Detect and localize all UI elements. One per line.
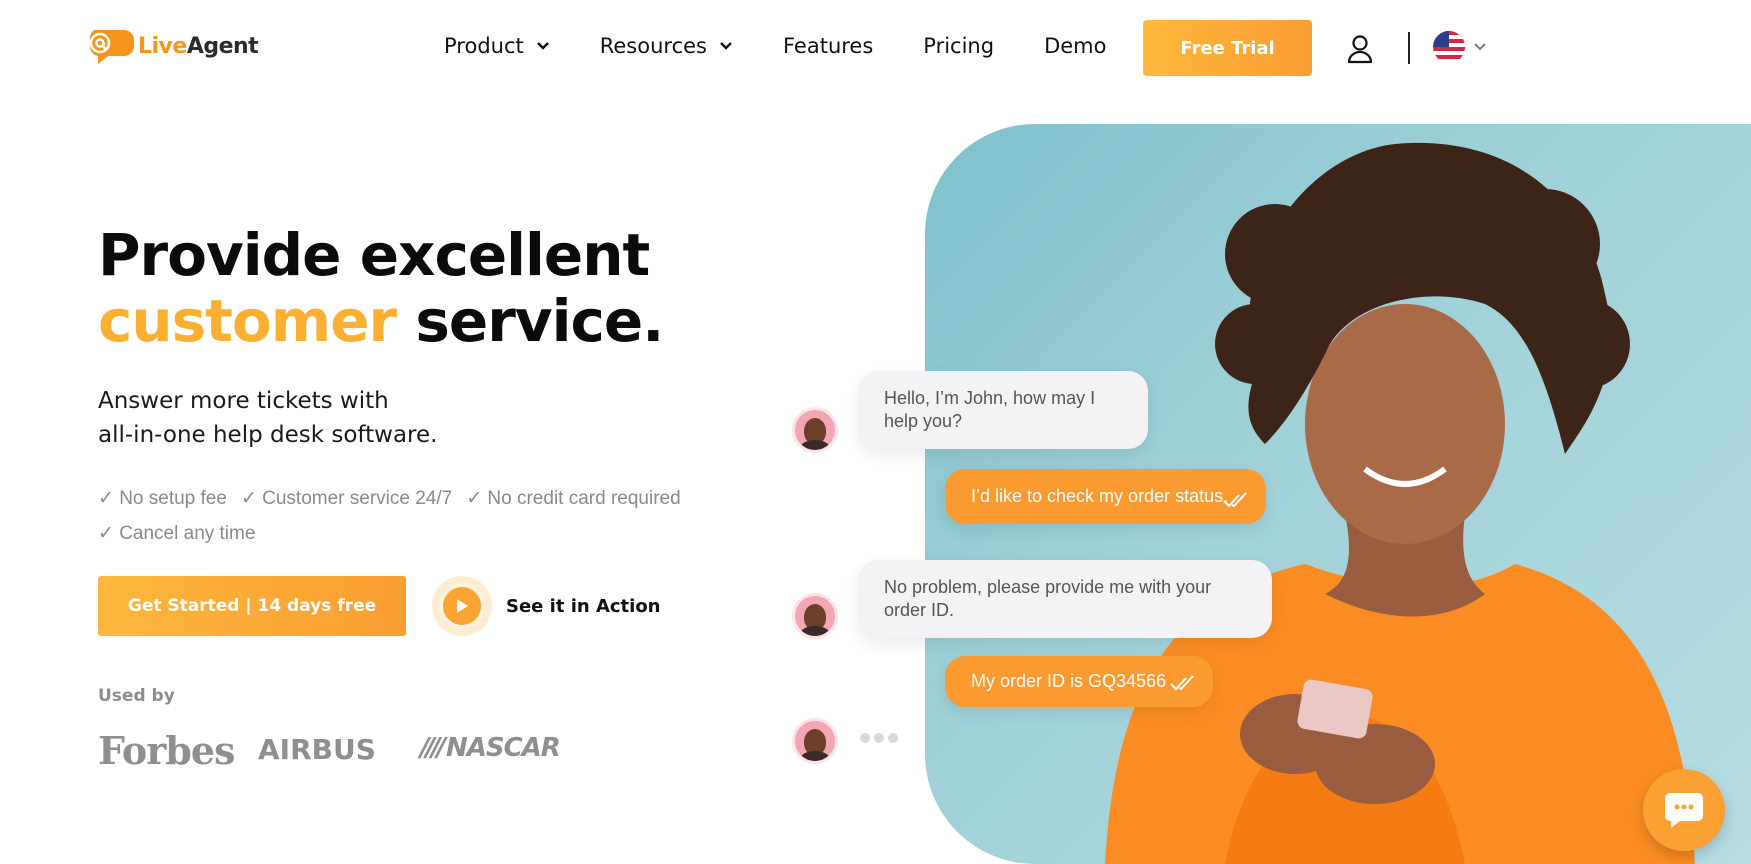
play-button[interactable]	[432, 576, 492, 636]
us-flag-icon	[1433, 31, 1465, 63]
language-selector[interactable]	[1433, 31, 1487, 63]
chevron-down-icon	[719, 41, 733, 51]
get-started-button[interactable]: Get Started | 14 days free	[98, 576, 406, 636]
logo-bubble-icon	[89, 30, 134, 64]
user-icon[interactable]	[1346, 34, 1374, 64]
agent-avatar	[792, 718, 838, 764]
benefit-item: ✓ Cancel any time	[98, 523, 256, 544]
play-icon	[439, 583, 485, 629]
nav-features[interactable]: Features	[783, 28, 873, 64]
nav-product[interactable]: Product	[444, 28, 550, 64]
hero-subtitle: Answer more tickets with all-in-one help…	[98, 384, 618, 452]
see-in-action-button[interactable]: See it in Action	[432, 576, 661, 636]
hero-title-accent: customer	[98, 287, 397, 355]
main-nav: Product Resources Features Pricing Demo	[444, 28, 1156, 64]
nav-product-label: Product	[444, 34, 524, 58]
hero-title: Provide excellent customer service.	[98, 221, 664, 355]
agent-avatar	[792, 593, 838, 639]
airbus-logo: AIRBUS	[258, 733, 376, 766]
benefit-item: ✓ No credit card required	[466, 488, 681, 509]
hero-title-rest: service.	[396, 287, 664, 355]
nav-resources[interactable]: Resources	[600, 28, 733, 64]
liveagent-logo[interactable]: LiveAgent	[86, 26, 259, 66]
forbes-logo: Forbes	[98, 728, 235, 773]
hero-subtitle-line2: all-in-one help desk software.	[98, 422, 438, 448]
chevron-down-icon	[536, 41, 550, 51]
chat-message-user: I’d like to check my order status.	[945, 469, 1266, 524]
chat-message-text: My order ID is GQ34566	[971, 671, 1167, 691]
used-by-label: Used by	[98, 686, 175, 706]
see-in-action-label: See it in Action	[506, 595, 661, 617]
site-header: LiveAgent Product Resources Features Pri…	[0, 0, 1751, 96]
chevron-down-icon	[1473, 42, 1487, 52]
chat-message-agent: No problem, please provide me with your …	[858, 560, 1272, 638]
nav-pricing[interactable]: Pricing	[923, 28, 994, 64]
chat-bubble-icon	[1665, 793, 1703, 828]
hero-subtitle-line1: Answer more tickets with	[98, 388, 389, 414]
nav-resources-label: Resources	[599, 34, 707, 58]
chat-message-text: No problem, please provide me with your …	[884, 577, 1212, 620]
logo-text: LiveAgent	[138, 33, 259, 59]
header-divider	[1408, 32, 1410, 64]
benefit-item: ✓ No setup fee	[98, 488, 227, 509]
chat-message-text: I’d like to check my order status.	[971, 486, 1229, 506]
agent-avatar	[792, 407, 838, 453]
benefit-list: ✓ No setup fee ✓ Customer service 24/7 ✓ N…	[98, 481, 718, 551]
hero-title-line1: Provide excellent	[98, 221, 650, 289]
double-check-icon	[1169, 674, 1197, 697]
chat-widget-button[interactable]	[1643, 769, 1725, 851]
chat-message-user: My order ID is GQ34566	[945, 656, 1213, 707]
double-check-icon	[1222, 491, 1250, 514]
nascar-logo: ////NASCAR	[420, 733, 561, 763]
benefit-item: ✓ Customer service 24/7	[240, 488, 453, 509]
nav-demo[interactable]: Demo	[1044, 28, 1106, 64]
chat-message-text: Hello, I’m John, how may I help you?	[884, 388, 1096, 431]
typing-indicator	[860, 733, 902, 743]
free-trial-button[interactable]: Free Trial	[1143, 20, 1312, 76]
chat-message-agent: Hello, I’m John, how may I help you?	[858, 371, 1148, 449]
